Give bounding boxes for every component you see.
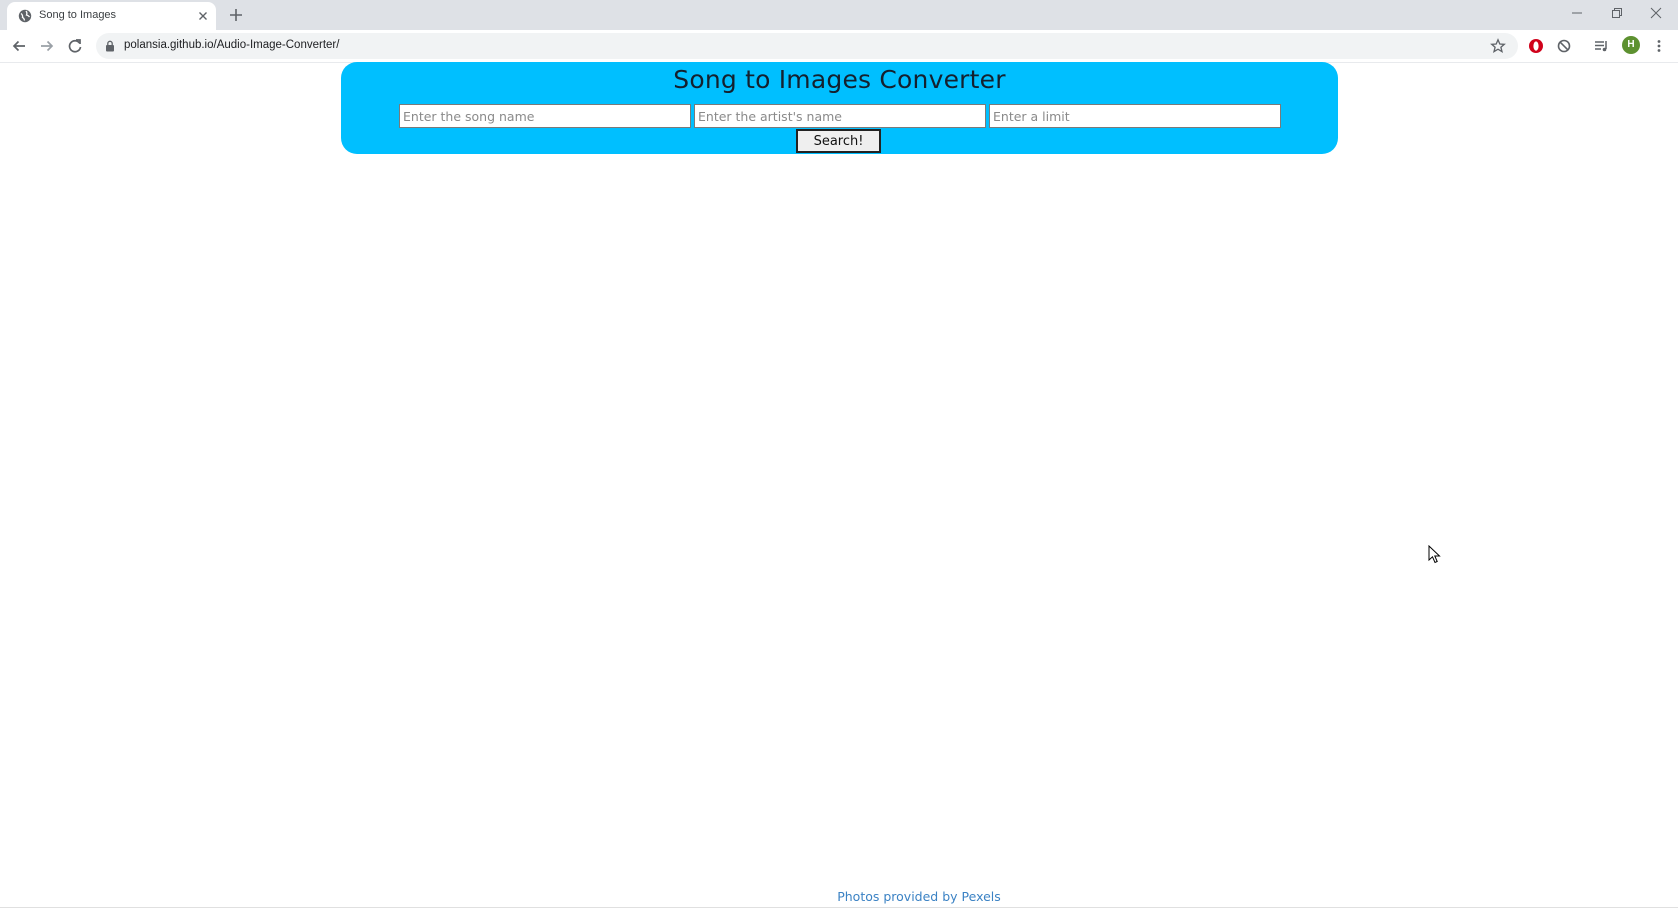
avatar[interactable]: H — [1622, 36, 1640, 54]
bottom-divider — [0, 907, 1678, 908]
window-close-icon[interactable] — [1647, 4, 1665, 22]
browser-tabstrip: Song to Images — [0, 0, 1678, 30]
media-control-icon[interactable] — [1592, 37, 1610, 55]
minimize-icon[interactable] — [1568, 4, 1586, 22]
search-button[interactable]: Search! — [796, 129, 881, 153]
artist-name-input[interactable] — [694, 104, 986, 128]
opera-icon[interactable] — [1527, 37, 1545, 55]
mouse-cursor-icon — [1428, 545, 1441, 564]
pexels-credit-link[interactable]: Photos provided by Pexels — [0, 889, 1678, 904]
kebab-menu-icon[interactable] — [1650, 37, 1668, 55]
lock-icon[interactable] — [104, 40, 116, 52]
browser-toolbar: polansia.github.io/Audio-Image-Converter… — [0, 30, 1678, 63]
url-text: polansia.github.io/Audio-Image-Converter… — [124, 39, 340, 51]
search-header-panel: Song to Images Converter Search! — [341, 62, 1338, 154]
block-icon[interactable] — [1555, 37, 1573, 55]
tab-title: Song to Images — [39, 9, 117, 21]
address-bar[interactable]: polansia.github.io/Audio-Image-Converter… — [96, 33, 1518, 59]
close-icon[interactable] — [196, 9, 210, 23]
page-title: Song to Images Converter — [673, 65, 1006, 94]
globe-icon — [18, 9, 32, 23]
song-name-input[interactable] — [399, 104, 691, 128]
reload-icon[interactable] — [66, 37, 84, 55]
arrow-right-icon[interactable] — [38, 37, 56, 55]
browser-tab[interactable]: Song to Images — [7, 2, 216, 30]
restore-icon[interactable] — [1608, 4, 1626, 22]
star-icon[interactable] — [1490, 38, 1506, 54]
plus-icon[interactable] — [227, 6, 245, 24]
limit-input[interactable] — [989, 104, 1281, 128]
arrow-left-icon[interactable] — [10, 37, 28, 55]
